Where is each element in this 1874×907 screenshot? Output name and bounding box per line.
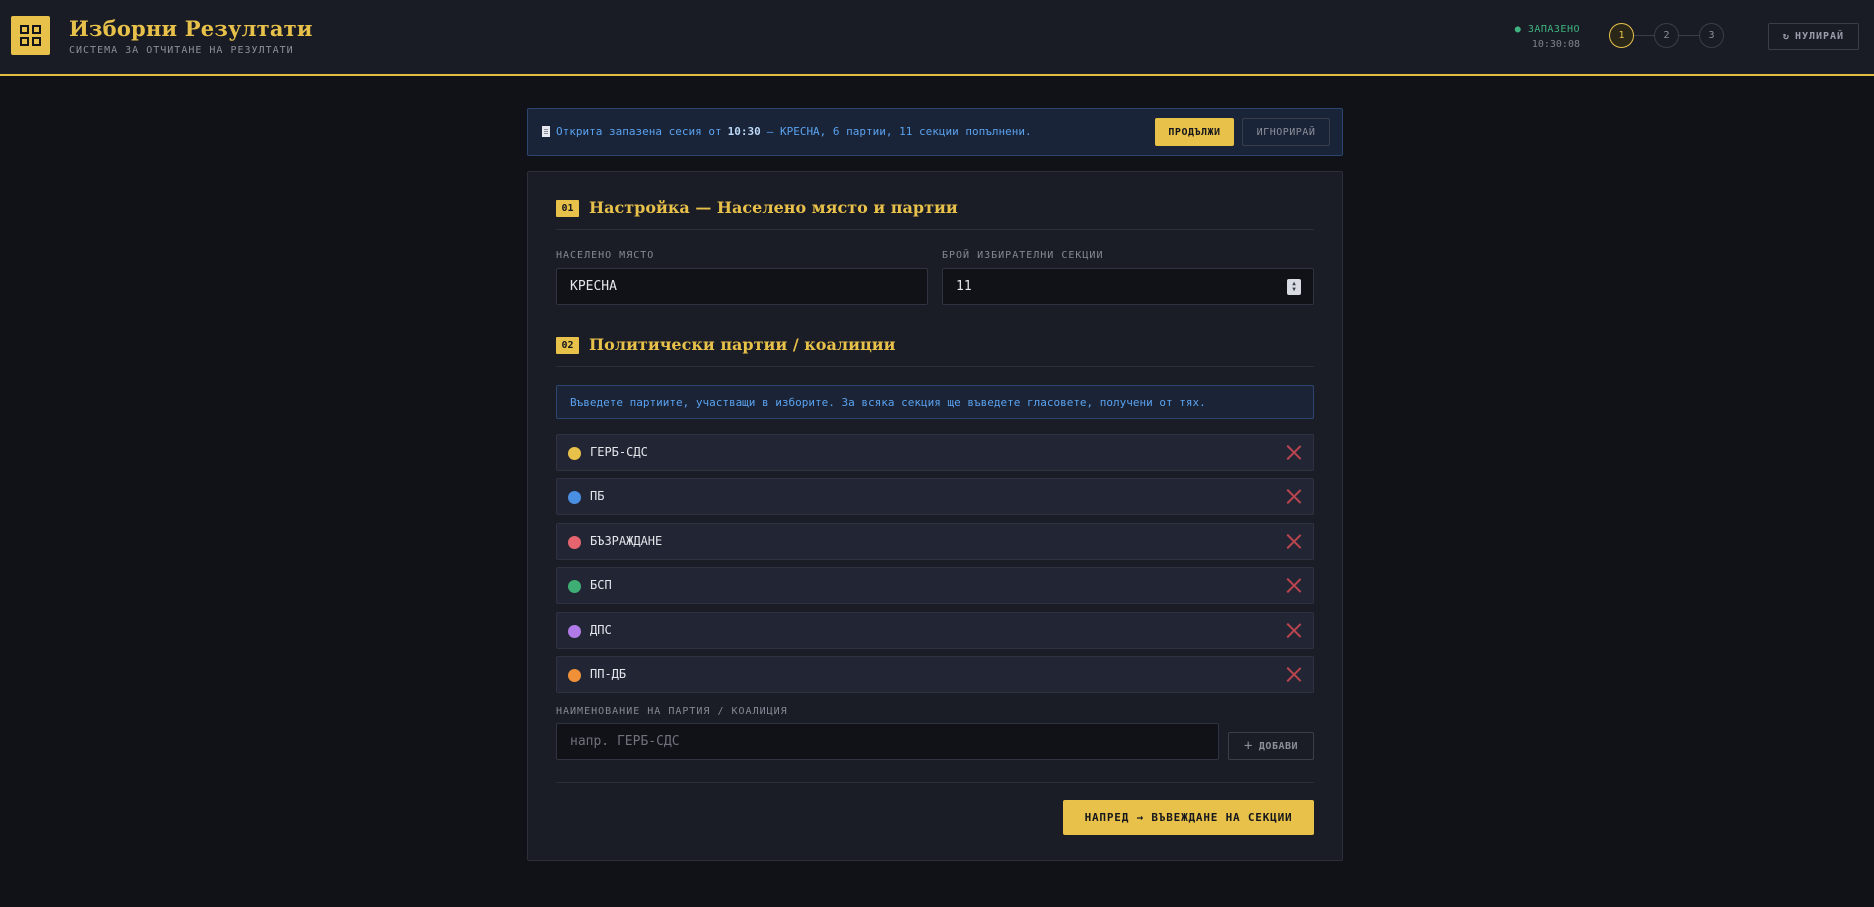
place-input[interactable]: КРЕСНА bbox=[556, 268, 928, 305]
grid-logo-icon bbox=[11, 16, 50, 55]
place-label: НАСЕЛЕНО МЯСТО bbox=[556, 250, 655, 261]
reset-button[interactable]: ↻ НУЛИРАЙ bbox=[1768, 23, 1859, 50]
add-party-button[interactable]: + ДОБАВИ bbox=[1228, 732, 1314, 760]
banner-time: 10:30 bbox=[727, 125, 761, 138]
section-title: Настройка — Населено място и партии bbox=[589, 198, 958, 217]
continue-button[interactable]: ПРОДЪЛЖИ bbox=[1155, 118, 1234, 146]
section-number: 01 bbox=[556, 200, 579, 217]
party-row: ПП-ДБ bbox=[556, 656, 1314, 693]
sections-count-label: БРОЙ ИЗБИРАТЕЛНИ СЕКЦИИ bbox=[942, 250, 1104, 261]
section-setup-header: 01 Настройка — Населено място и партии bbox=[556, 198, 1314, 230]
reset-label: НУЛИРАЙ bbox=[1794, 31, 1845, 42]
new-party-input[interactable]: напр. ГЕРБ-СДС bbox=[556, 723, 1219, 760]
party-color-dot bbox=[568, 669, 581, 682]
saved-label: ● ЗАПАЗЕНО bbox=[1514, 24, 1580, 35]
next-button[interactable]: НАПРЕД → ВЪВЕЖДАНЕ НА СЕКЦИИ bbox=[1063, 800, 1314, 835]
remove-party-icon[interactable] bbox=[1286, 667, 1301, 682]
setup-card: 01 Настройка — Населено място и партии Н… bbox=[527, 171, 1343, 861]
sections-count-value: 11 bbox=[956, 279, 972, 294]
banner-text-after: — КРЕСНА, 6 партии, 11 секции попълнени. bbox=[766, 125, 1032, 138]
remove-party-icon[interactable] bbox=[1286, 445, 1301, 460]
step-connector bbox=[1634, 35, 1654, 36]
remove-party-icon[interactable] bbox=[1286, 489, 1301, 504]
app-title: Изборни Резултати bbox=[69, 16, 313, 41]
step-2[interactable]: 2 bbox=[1654, 23, 1679, 48]
new-party-label: НАИМЕНОВАНИЕ НА ПАРТИЯ / КОАЛИЦИЯ bbox=[556, 706, 788, 717]
party-row: ГЕРБ-СДС bbox=[556, 434, 1314, 471]
parties-info: Въведете партиите, участващи в изборите.… bbox=[556, 385, 1314, 419]
app-header: Изборни Резултати СИСТЕМА ЗА ОТЧИТАНЕ НА… bbox=[0, 0, 1874, 76]
party-name: ДПС bbox=[590, 623, 612, 637]
party-color-dot bbox=[568, 536, 581, 549]
party-name: ПП-ДБ bbox=[590, 667, 627, 681]
banner-text-before: Открита запазена сесия от bbox=[556, 125, 722, 138]
section-number: 02 bbox=[556, 337, 579, 354]
party-row: БЪЗРАЖДАНЕ bbox=[556, 523, 1314, 560]
party-color-dot bbox=[568, 580, 581, 593]
step-1[interactable]: 1 bbox=[1609, 23, 1634, 48]
party-color-dot bbox=[568, 447, 581, 460]
party-row: ДПС bbox=[556, 612, 1314, 649]
saved-session-banner: Открита запазена сесия от 10:30 — КРЕСНА… bbox=[527, 108, 1343, 156]
plus-icon: + bbox=[1243, 738, 1253, 754]
party-name: БСП bbox=[590, 578, 612, 592]
number-spinner-icon[interactable]: ▲ ▼ bbox=[1287, 279, 1301, 295]
refresh-icon: ↻ bbox=[1782, 31, 1790, 42]
add-label: ДОБАВИ bbox=[1258, 740, 1299, 752]
save-status: ● ЗАПАЗЕНО 10:30:08 bbox=[1515, 22, 1580, 52]
party-name: ГЕРБ-СДС bbox=[590, 445, 648, 459]
divider bbox=[556, 782, 1314, 783]
step-indicator: 1 2 3 bbox=[1609, 23, 1724, 48]
party-name: БЪЗРАЖДАНЕ bbox=[590, 534, 663, 548]
saved-time: 10:30:08 bbox=[1531, 39, 1580, 50]
document-icon bbox=[542, 126, 550, 137]
sections-count-input[interactable]: 11 ▲ ▼ bbox=[942, 268, 1314, 305]
section-parties-header: 02 Политически партии / коалиции bbox=[556, 335, 1314, 367]
ignore-button[interactable]: ИГНОРИРАЙ bbox=[1242, 118, 1330, 146]
party-row: ПБ bbox=[556, 478, 1314, 515]
banner-message: Открита запазена сесия от 10:30 — КРЕСНА… bbox=[542, 125, 1032, 138]
party-color-dot bbox=[568, 625, 581, 638]
section-title: Политически партии / коалиции bbox=[589, 335, 896, 354]
party-color-dot bbox=[568, 491, 581, 504]
party-row: БСП bbox=[556, 567, 1314, 604]
party-name: ПБ bbox=[590, 489, 605, 503]
remove-party-icon[interactable] bbox=[1286, 623, 1301, 638]
remove-party-icon[interactable] bbox=[1286, 534, 1301, 549]
step-connector bbox=[1679, 35, 1699, 36]
step-3[interactable]: 3 bbox=[1699, 23, 1724, 48]
remove-party-icon[interactable] bbox=[1286, 578, 1301, 593]
app-subtitle: СИСТЕМА ЗА ОТЧИТАНЕ НА РЕЗУЛТАТИ bbox=[69, 45, 294, 56]
